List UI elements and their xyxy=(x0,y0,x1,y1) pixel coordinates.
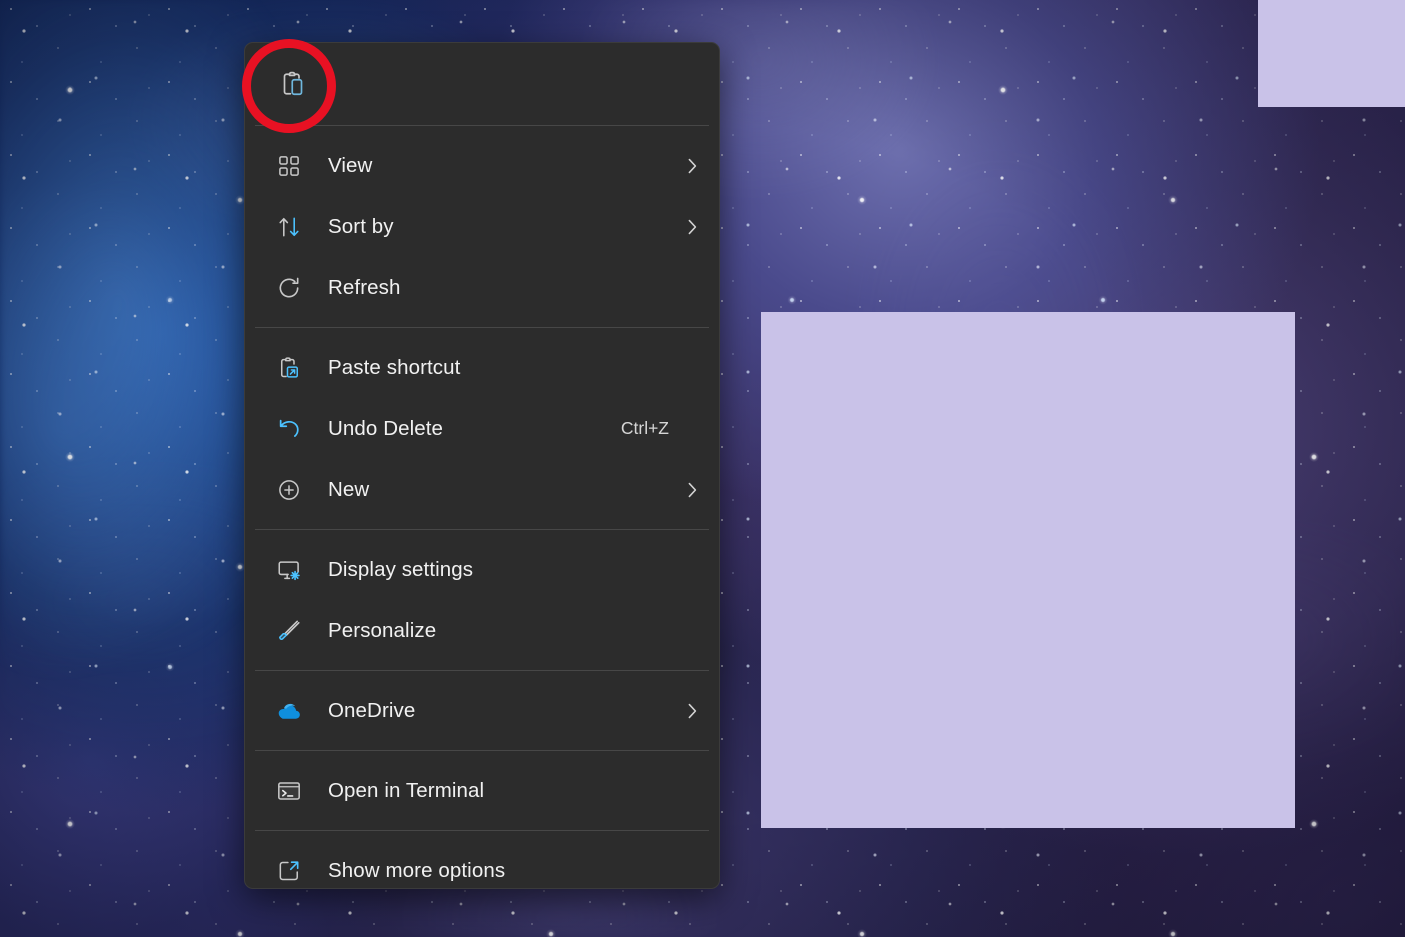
chevron-right-icon xyxy=(681,701,699,721)
chevron-right-icon xyxy=(681,156,699,176)
menu-item-label: Sort by xyxy=(328,214,394,238)
new-plus-icon xyxy=(269,477,309,503)
menu-item-label: Undo Delete xyxy=(328,416,444,440)
view-grid-icon xyxy=(269,153,309,179)
menu-item-onedrive[interactable]: OneDrive xyxy=(245,680,719,741)
undo-icon xyxy=(269,416,309,442)
paste-shortcut-icon xyxy=(269,355,309,381)
context-menu-groups: View Sort by Refresh Paste shortcut Undo… xyxy=(245,126,719,888)
menu-item-label: Show more options xyxy=(328,858,506,882)
refresh-icon xyxy=(269,275,309,301)
menu-item-personalize[interactable]: Personalize xyxy=(245,600,719,661)
light-rect-top-right xyxy=(1258,0,1405,107)
menu-item-shortcut: Ctrl+Z xyxy=(620,418,669,438)
menu-item-label: New xyxy=(328,477,370,501)
paste-icon xyxy=(278,69,308,99)
menu-item-label: View xyxy=(328,153,373,177)
context-menu-toolbar xyxy=(245,43,719,125)
chevron-right-icon xyxy=(681,217,699,237)
menu-item-sort-by[interactable]: Sort by xyxy=(245,196,719,257)
menu-item-label: Display settings xyxy=(328,557,474,581)
sort-arrows-icon xyxy=(269,214,309,240)
menu-item-undo-delete[interactable]: Undo Delete Ctrl+Z xyxy=(245,398,719,459)
menu-item-label: Refresh xyxy=(328,275,401,299)
show-more-options-icon xyxy=(269,858,309,884)
chevron-right-icon xyxy=(681,480,699,500)
menu-item-new[interactable]: New xyxy=(245,459,719,520)
desktop-context-menu[interactable]: View Sort by Refresh Paste shortcut Undo… xyxy=(244,42,720,889)
display-settings-icon xyxy=(269,557,309,583)
menu-item-label: Open in Terminal xyxy=(328,778,485,802)
menu-item-display-settings[interactable]: Display settings xyxy=(245,539,719,600)
onedrive-cloud-icon xyxy=(269,697,309,725)
paste-toolbar-button[interactable] xyxy=(267,58,319,110)
personalize-brush-icon xyxy=(269,618,309,644)
menu-item-label: Paste shortcut xyxy=(328,355,461,379)
terminal-icon xyxy=(269,778,309,804)
menu-item-view[interactable]: View xyxy=(245,135,719,196)
menu-item-show-more-options[interactable]: Show more options xyxy=(245,840,719,888)
menu-item-paste-shortcut[interactable]: Paste shortcut xyxy=(245,337,719,398)
menu-item-label: OneDrive xyxy=(328,698,416,722)
menu-item-open-in-terminal[interactable]: Open in Terminal xyxy=(245,760,719,821)
desktop[interactable]: View Sort by Refresh Paste shortcut Undo… xyxy=(0,0,1405,937)
light-rect-main xyxy=(761,312,1295,828)
menu-item-refresh[interactable]: Refresh xyxy=(245,257,719,318)
menu-item-label: Personalize xyxy=(328,618,437,642)
